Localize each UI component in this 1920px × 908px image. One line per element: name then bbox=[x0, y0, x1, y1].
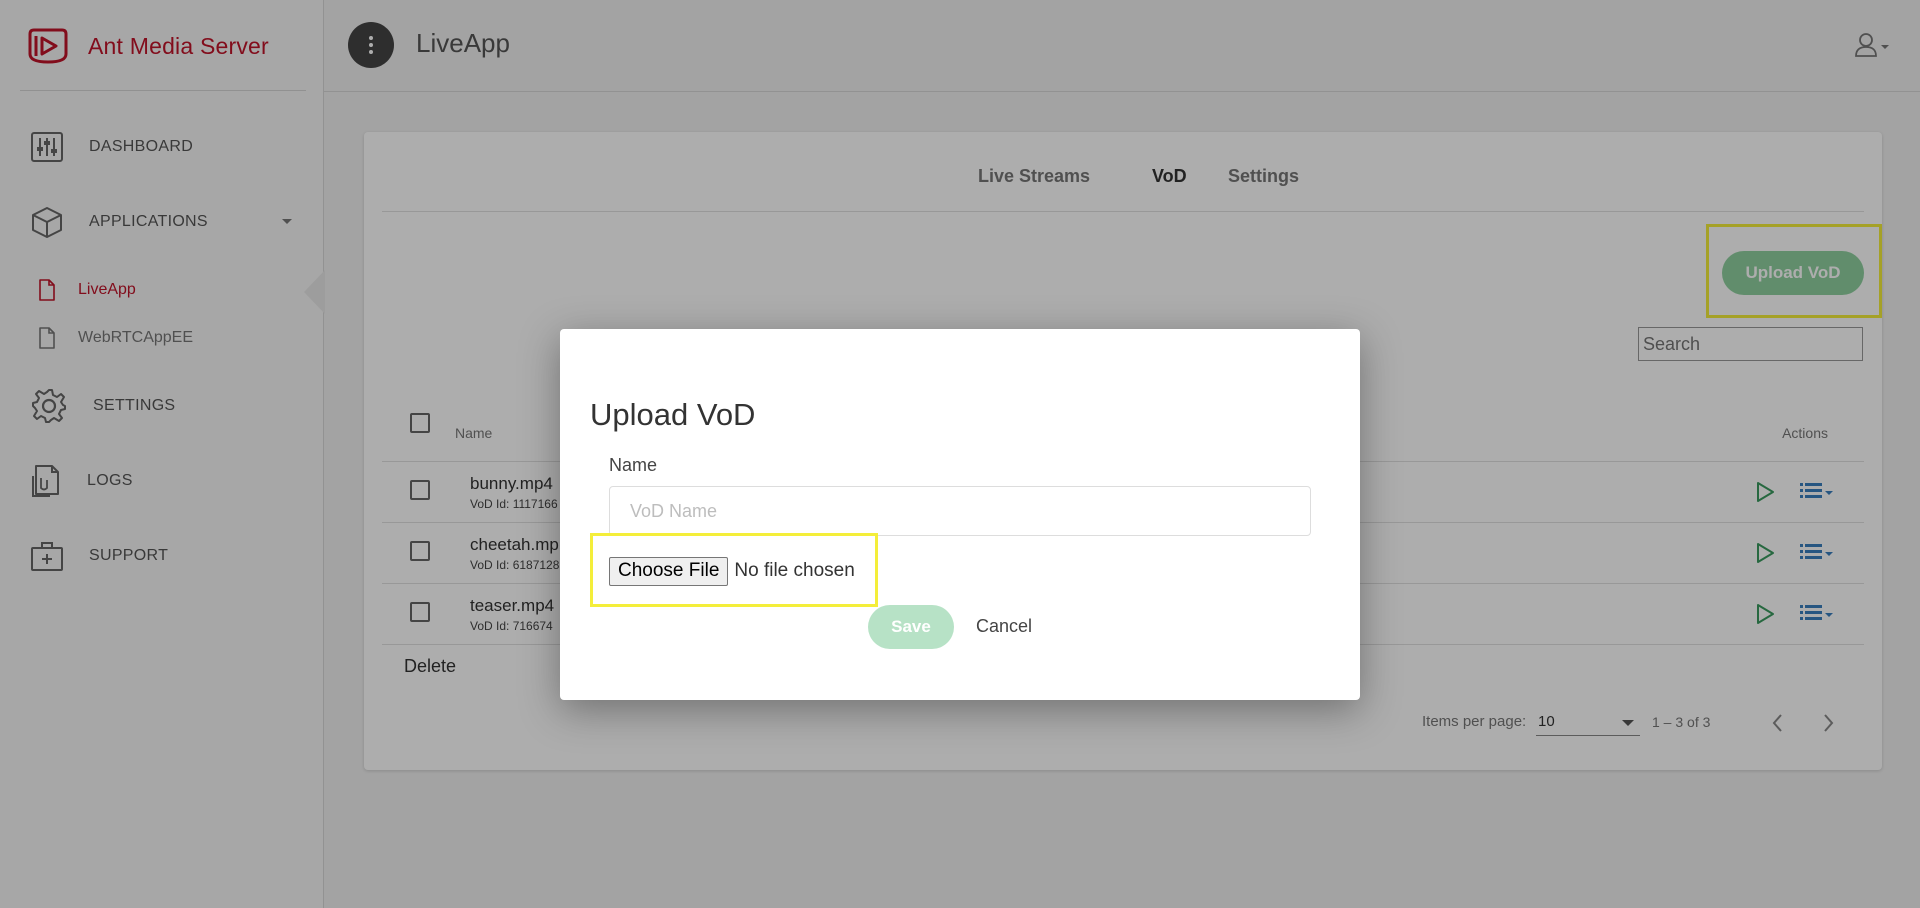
name-field-label: Name bbox=[609, 455, 658, 475]
choose-file-button[interactable]: Choose File bbox=[609, 556, 729, 586]
upload-vod-dialog: Upload VoD Name Choose File No file chos… bbox=[560, 329, 1360, 700]
vod-name-input[interactable] bbox=[609, 486, 1311, 536]
cancel-button[interactable]: Cancel bbox=[976, 616, 1032, 637]
file-input: Choose File No file chosen bbox=[609, 556, 855, 586]
save-button[interactable]: Save bbox=[868, 605, 954, 649]
dialog-title: Upload VoD bbox=[590, 397, 756, 432]
file-status-text: No file chosen bbox=[734, 560, 855, 581]
